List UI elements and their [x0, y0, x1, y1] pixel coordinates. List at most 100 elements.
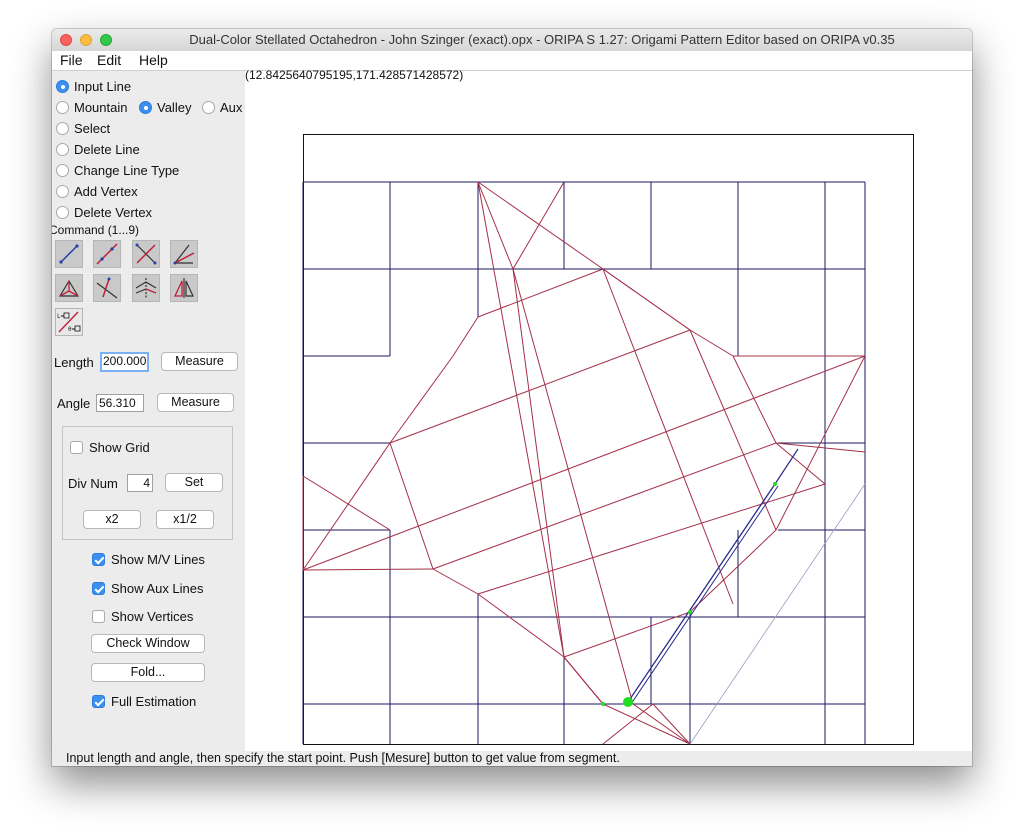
full-estimation-toggle[interactable]: Full Estimation [92, 694, 196, 709]
valley-crease [477, 181, 604, 270]
tool-angle-bisector[interactable] [170, 240, 198, 268]
perpendicular-bisector-icon [135, 243, 157, 265]
menu-edit[interactable]: Edit [97, 52, 121, 68]
vertex-marker[interactable] [773, 482, 777, 486]
menu-help[interactable]: Help [139, 52, 168, 68]
tool-length-angle-line[interactable]: L= θ= [55, 308, 83, 336]
angle-label: Angle [57, 396, 91, 411]
aux-line [689, 483, 866, 745]
tool-mirror-copy[interactable] [170, 274, 198, 302]
mode-delete-line[interactable]: Delete Line [56, 142, 140, 157]
check-window-button[interactable]: Check Window [91, 634, 205, 653]
show-mv-lines-checkbox[interactable] [92, 553, 105, 566]
valley-crease [302, 442, 391, 571]
valley-crease [512, 268, 634, 705]
crease-lines [302, 134, 914, 745]
valley-crease [452, 316, 479, 357]
radio-select[interactable] [56, 122, 69, 135]
svg-text:θ=: θ= [68, 326, 76, 333]
status-bar: Input length and angle, then specify the… [52, 751, 972, 766]
linetype-aux[interactable]: Aux [202, 100, 242, 115]
tool-mirror-symmetry[interactable] [132, 274, 160, 302]
close-window-button[interactable] [60, 34, 72, 46]
mirror-copy-icon [173, 278, 194, 298]
grid-x2-button[interactable]: x2 [83, 510, 141, 529]
grid-half-button[interactable]: x1/2 [156, 510, 214, 529]
angle-bisector-icon [173, 244, 195, 265]
tool-perpendicular-line[interactable] [93, 274, 121, 302]
mode-change-line-type[interactable]: Change Line Type [56, 163, 179, 178]
svg-text:L=: L= [57, 313, 65, 320]
show-aux-lines-toggle[interactable]: Show Aux Lines [92, 581, 204, 596]
div-num-input[interactable]: 4 [127, 474, 153, 492]
crease-pattern-drawing[interactable] [245, 71, 972, 751]
mode-add-vertex[interactable]: Add Vertex [56, 184, 138, 199]
length-label: Length [54, 355, 94, 370]
radio-aux[interactable] [202, 101, 215, 114]
vertex-marker[interactable] [688, 610, 692, 614]
active-segment [630, 485, 779, 705]
vertex-marker[interactable] [601, 702, 605, 706]
tool-perpendicular-bisector[interactable] [132, 240, 160, 268]
app-window: Dual-Color Stellated Octahedron - John S… [52, 29, 972, 766]
show-mv-lines-toggle[interactable]: Show M/V Lines [92, 552, 205, 567]
fold-button[interactable]: Fold... [91, 663, 205, 682]
title-bar: Dual-Color Stellated Octahedron - John S… [52, 29, 972, 52]
tool-triangle-incenter[interactable] [55, 274, 83, 302]
length-measure-button[interactable]: Measure [161, 352, 238, 371]
valley-crease [302, 355, 866, 571]
tool-line-by-two-points[interactable] [55, 240, 83, 268]
maximize-window-button[interactable] [100, 34, 112, 46]
radio-valley[interactable] [139, 101, 152, 114]
minimize-window-button[interactable] [80, 34, 92, 46]
show-vertices-toggle[interactable]: Show Vertices [92, 609, 193, 624]
show-grid-toggle[interactable]: Show Grid [70, 440, 150, 455]
valley-crease [632, 703, 691, 745]
mode-select[interactable]: Select [56, 121, 110, 136]
linetype-mountain[interactable]: Mountain [56, 100, 127, 115]
line-segment-icon [96, 243, 118, 265]
valley-crease [389, 442, 434, 570]
radio-input-line[interactable] [56, 80, 69, 93]
valley-crease [563, 656, 604, 705]
show-vertices-checkbox[interactable] [92, 610, 105, 623]
valley-crease [563, 611, 691, 658]
radio-change-line-type[interactable] [56, 164, 69, 177]
full-estimation-checkbox[interactable] [92, 695, 105, 708]
grid-settings-group: Show Grid Div Num 4 Set x2 x1/2 [62, 426, 233, 540]
tool-line-segment[interactable] [93, 240, 121, 268]
valley-crease [689, 329, 734, 357]
valley-crease [477, 181, 514, 270]
angle-input[interactable]: 56.310 [96, 394, 144, 412]
active-segment [627, 483, 776, 703]
angle-measure-button[interactable]: Measure [157, 393, 234, 412]
radio-delete-line[interactable] [56, 143, 69, 156]
mode-input-line[interactable]: Input Line [56, 79, 131, 94]
valley-crease [302, 568, 434, 571]
triangle-incenter-icon [58, 279, 80, 297]
valley-crease [602, 268, 734, 605]
tool-panel: Input Line Mountain Valley Aux Select De… [52, 71, 245, 751]
length-input[interactable]: 200.000 [100, 352, 149, 372]
valley-crease [512, 181, 565, 270]
show-grid-checkbox[interactable] [70, 441, 83, 454]
perpendicular-line-icon [96, 277, 118, 299]
menu-file[interactable]: File [60, 52, 83, 68]
valley-crease [689, 529, 777, 613]
show-aux-lines-checkbox[interactable] [92, 582, 105, 595]
valley-crease [652, 703, 691, 745]
radio-add-vertex[interactable] [56, 185, 69, 198]
radio-mountain[interactable] [56, 101, 69, 114]
crease-pattern-canvas[interactable]: (12.8425640795195,171.428571428572) [245, 68, 972, 751]
valley-crease [477, 483, 826, 595]
radio-delete-vertex[interactable] [56, 206, 69, 219]
valley-crease [602, 703, 691, 745]
linetype-valley[interactable]: Valley [139, 100, 191, 115]
length-angle-line-icon: L= θ= [57, 311, 81, 333]
set-grid-button[interactable]: Set [165, 473, 223, 492]
valley-crease [775, 442, 866, 453]
valley-crease [512, 268, 565, 658]
valley-crease [477, 593, 565, 658]
selected-vertex[interactable] [623, 697, 633, 707]
mode-delete-vertex[interactable]: Delete Vertex [56, 205, 152, 220]
